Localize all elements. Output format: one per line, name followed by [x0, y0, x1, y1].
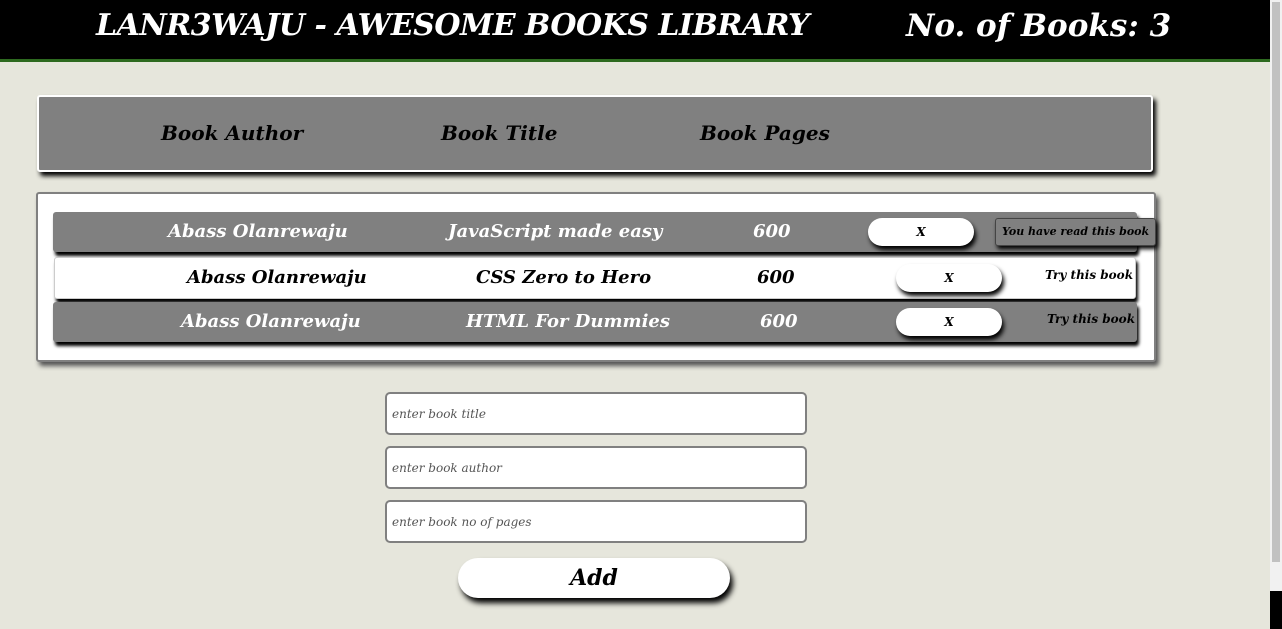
column-header-title: Book Title [441, 121, 558, 145]
remove-book-button[interactable]: X [868, 218, 974, 246]
column-header-pages: Book Pages [700, 121, 830, 145]
book-title: CSS Zero to Hero [476, 267, 652, 288]
column-header-author: Book Author [161, 121, 304, 145]
book-pages: 600 [753, 221, 791, 242]
book-author-input[interactable] [385, 446, 807, 489]
book-count: No. of Books: 3 [906, 8, 1172, 44]
read-status-badge[interactable]: You have read this book [995, 218, 1157, 246]
book-title: JavaScript made easy [448, 221, 663, 242]
book-pages: 600 [757, 267, 795, 288]
scrollbar-thumb[interactable] [1272, 2, 1280, 562]
book-pages: 600 [760, 311, 798, 332]
book-title: HTML For Dummies [466, 311, 671, 332]
book-list: Abass Olanrewaju JavaScript made easy 60… [36, 192, 1157, 362]
book-title-input[interactable] [385, 392, 807, 435]
remove-book-button[interactable]: X [896, 264, 1002, 292]
column-header-bar: Book Author Book Title Book Pages [37, 95, 1153, 172]
book-author: Abass Olanrewaju [168, 221, 348, 242]
page-scrollbar[interactable] [1270, 0, 1282, 629]
book-author: Abass Olanrewaju [187, 267, 367, 288]
top-header: LANR3WAJU - AWESOME BOOKS LIBRARY No. of… [0, 0, 1270, 62]
book-row: Abass Olanrewaju CSS Zero to Hero 600 X … [54, 257, 1136, 299]
book-author: Abass Olanrewaju [181, 311, 361, 332]
book-row: Abass Olanrewaju HTML For Dummies 600 X … [53, 302, 1137, 342]
scrollbar-end [1270, 591, 1282, 629]
read-status-toggle[interactable]: Try this book [1045, 268, 1133, 282]
remove-book-button[interactable]: X [896, 308, 1002, 336]
book-pages-input[interactable] [385, 500, 807, 543]
add-book-button[interactable]: Add [458, 558, 730, 598]
book-row: Abass Olanrewaju JavaScript made easy 60… [53, 212, 1157, 252]
app-title: LANR3WAJU - AWESOME BOOKS LIBRARY [96, 8, 809, 43]
read-status-toggle[interactable]: Try this book [1047, 312, 1135, 326]
